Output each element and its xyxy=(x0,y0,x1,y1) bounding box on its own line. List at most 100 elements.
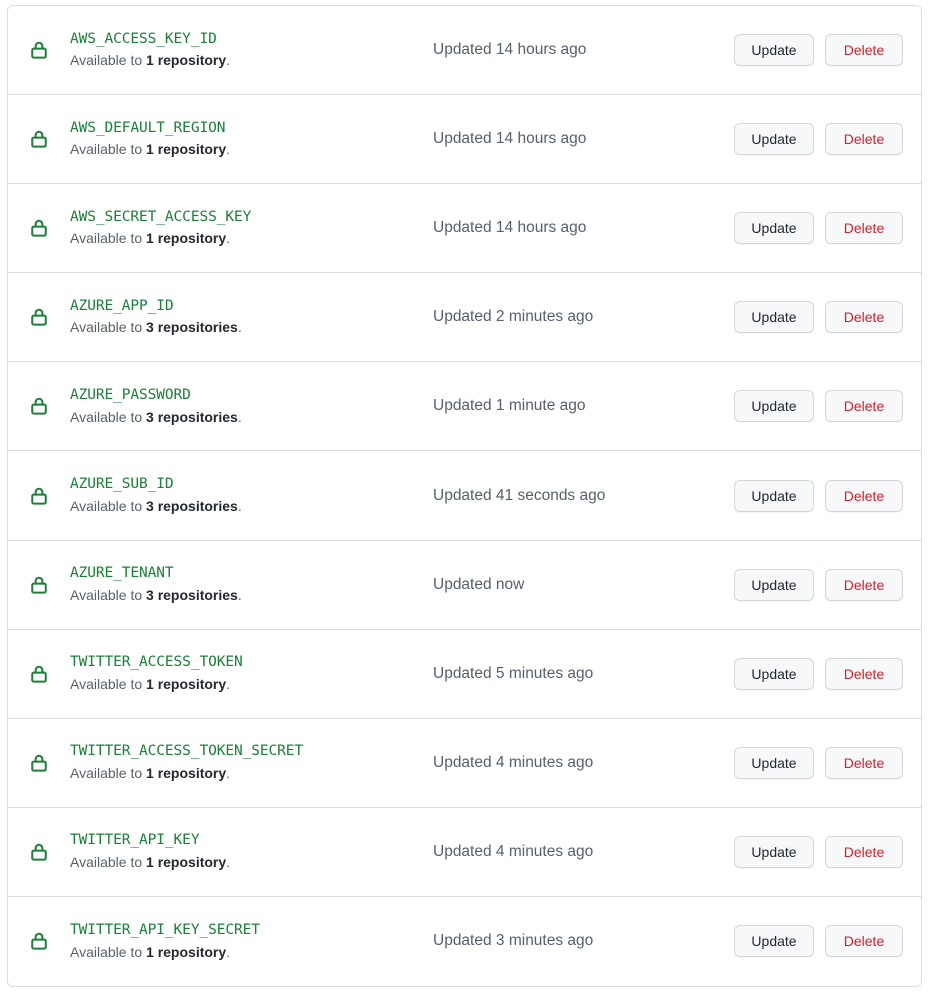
secret-availability: Available to 1 repository. xyxy=(70,942,425,962)
availability-prefix: Available to xyxy=(70,141,147,158)
secret-updated-timestamp: Updated 3 minutes ago xyxy=(433,932,594,950)
secret-name-link[interactable]: AZURE_SUB_ID xyxy=(70,475,174,495)
lock-icon xyxy=(29,218,70,238)
repository-secrets-list: AWS_ACCESS_KEY_ID Available to 1 reposito… xyxy=(7,5,922,987)
delete-secret-button[interactable]: Delete xyxy=(825,568,903,601)
availability-suffix: . xyxy=(226,764,231,781)
update-secret-button[interactable]: Update xyxy=(734,568,814,601)
secret-name-link[interactable]: AWS_ACCESS_KEY_ID xyxy=(70,30,217,50)
secret-row: AZURE_PASSWORD Available to 3 repositorie… xyxy=(8,362,921,452)
update-secret-button[interactable]: Update xyxy=(734,835,814,868)
delete-secret-button[interactable]: Delete xyxy=(825,925,903,958)
delete-secret-button[interactable]: Delete xyxy=(825,212,903,245)
availability-prefix: Available to xyxy=(70,586,147,603)
update-secret-button[interactable]: Update xyxy=(734,479,814,512)
secret-row: TWITTER_ACCESS_TOKEN_SECRET Available to … xyxy=(8,718,921,808)
delete-secret-button[interactable]: Delete xyxy=(825,301,903,334)
delete-secret-button[interactable]: Delete xyxy=(825,34,903,67)
update-secret-button[interactable]: Update xyxy=(734,301,814,334)
secret-name-link[interactable]: TWITTER_ACCESS_TOKEN_SECRET xyxy=(70,742,303,762)
delete-secret-button[interactable]: Delete xyxy=(825,123,903,156)
secret-availability: Available to 3 repositories. xyxy=(70,407,425,427)
update-secret-button[interactable]: Update xyxy=(734,123,814,156)
secret-availability: Available to 1 repository. xyxy=(70,228,425,248)
secret-actions: Update Delete xyxy=(734,301,903,334)
secret-availability: Available to 3 repositories. xyxy=(70,317,425,337)
availability-prefix: Available to xyxy=(70,52,147,69)
secret-info: TWITTER_API_KEY_SECRET Available to 1 rep… xyxy=(70,921,433,962)
availability-suffix: . xyxy=(226,52,231,69)
secret-name-link[interactable]: AZURE_PASSWORD xyxy=(70,386,191,406)
availability-suffix: . xyxy=(226,854,231,871)
secret-availability: Available to 1 repository. xyxy=(70,139,425,159)
availability-prefix: Available to xyxy=(70,675,147,692)
secret-actions: Update Delete xyxy=(734,34,903,67)
lock-icon xyxy=(29,575,70,595)
secret-name-link[interactable]: AZURE_APP_ID xyxy=(70,297,174,317)
availability-prefix: Available to xyxy=(70,854,147,871)
update-secret-button[interactable]: Update xyxy=(734,657,814,690)
secret-row: AZURE_SUB_ID Available to 3 repositories.… xyxy=(8,451,921,541)
secret-actions: Update Delete xyxy=(734,568,903,601)
secret-info: AWS_ACCESS_KEY_ID Available to 1 reposito… xyxy=(70,30,433,71)
availability-suffix: . xyxy=(226,943,231,960)
availability-prefix: Available to xyxy=(70,943,147,960)
availability-prefix: Available to xyxy=(70,408,147,425)
lock-icon xyxy=(29,396,70,416)
secret-actions: Update Delete xyxy=(734,746,903,779)
secret-availability: Available to 3 repositories. xyxy=(70,496,425,516)
secret-info: AZURE_TENANT Available to 3 repositories. xyxy=(70,564,433,605)
secret-updated-timestamp: Updated 4 minutes ago xyxy=(433,753,594,771)
secret-updated-timestamp: Updated 14 hours ago xyxy=(433,41,587,59)
secret-actions: Update Delete xyxy=(734,390,903,423)
delete-secret-button[interactable]: Delete xyxy=(825,657,903,690)
secret-actions: Update Delete xyxy=(734,479,903,512)
lock-icon xyxy=(29,842,70,862)
secret-row: AWS_SECRET_ACCESS_KEY Available to 1 repo… xyxy=(8,184,921,274)
secret-row: TWITTER_ACCESS_TOKEN Available to 1 repos… xyxy=(8,629,921,719)
update-secret-button[interactable]: Update xyxy=(734,925,814,958)
secret-info: TWITTER_ACCESS_TOKEN Available to 1 repos… xyxy=(70,653,433,694)
lock-icon xyxy=(29,307,70,327)
availability-prefix: Available to xyxy=(70,230,147,247)
availability-count: 1 repository xyxy=(146,943,227,960)
secret-info: AWS_SECRET_ACCESS_KEY Available to 1 repo… xyxy=(70,208,433,249)
secret-row: AWS_ACCESS_KEY_ID Available to 1 reposito… xyxy=(8,6,921,96)
availability-count: 3 repositories xyxy=(146,408,238,425)
availability-suffix: . xyxy=(237,586,242,603)
secret-row: TWITTER_API_KEY_SECRET Available to 1 rep… xyxy=(8,896,921,986)
secret-name-link[interactable]: TWITTER_API_KEY_SECRET xyxy=(70,921,260,941)
update-secret-button[interactable]: Update xyxy=(734,212,814,245)
secret-name-link[interactable]: AZURE_TENANT xyxy=(70,564,174,584)
delete-secret-button[interactable]: Delete xyxy=(825,835,903,868)
delete-secret-button[interactable]: Delete xyxy=(825,746,903,779)
secret-name-link[interactable]: AWS_DEFAULT_REGION xyxy=(70,119,225,139)
lock-icon xyxy=(29,40,70,60)
secret-updated-timestamp: Updated 1 minute ago xyxy=(433,397,586,415)
secret-name-link[interactable]: TWITTER_API_KEY xyxy=(70,831,200,851)
availability-suffix: . xyxy=(237,319,242,336)
secret-info: AZURE_APP_ID Available to 3 repositories. xyxy=(70,297,433,338)
availability-prefix: Available to xyxy=(70,319,147,336)
secret-availability: Available to 1 repository. xyxy=(70,763,425,783)
delete-secret-button[interactable]: Delete xyxy=(825,479,903,512)
secret-name-link[interactable]: TWITTER_ACCESS_TOKEN xyxy=(70,653,243,673)
update-secret-button[interactable]: Update xyxy=(734,390,814,423)
secret-actions: Update Delete xyxy=(734,835,903,868)
secret-availability: Available to 3 repositories. xyxy=(70,585,425,605)
availability-prefix: Available to xyxy=(70,764,147,781)
lock-icon xyxy=(29,486,70,506)
availability-count: 1 repository xyxy=(146,52,227,69)
secret-actions: Update Delete xyxy=(734,212,903,245)
delete-secret-button[interactable]: Delete xyxy=(825,390,903,423)
availability-suffix: . xyxy=(226,675,231,692)
lock-icon xyxy=(29,129,70,149)
secret-info: TWITTER_API_KEY Available to 1 repository… xyxy=(70,831,433,872)
secret-availability: Available to 1 repository. xyxy=(70,674,425,694)
update-secret-button[interactable]: Update xyxy=(734,746,814,779)
lock-icon xyxy=(29,753,70,773)
update-secret-button[interactable]: Update xyxy=(734,34,814,67)
availability-count: 1 repository xyxy=(146,141,227,158)
secret-updated-timestamp: Updated 4 minutes ago xyxy=(433,842,594,860)
secret-name-link[interactable]: AWS_SECRET_ACCESS_KEY xyxy=(70,208,251,228)
